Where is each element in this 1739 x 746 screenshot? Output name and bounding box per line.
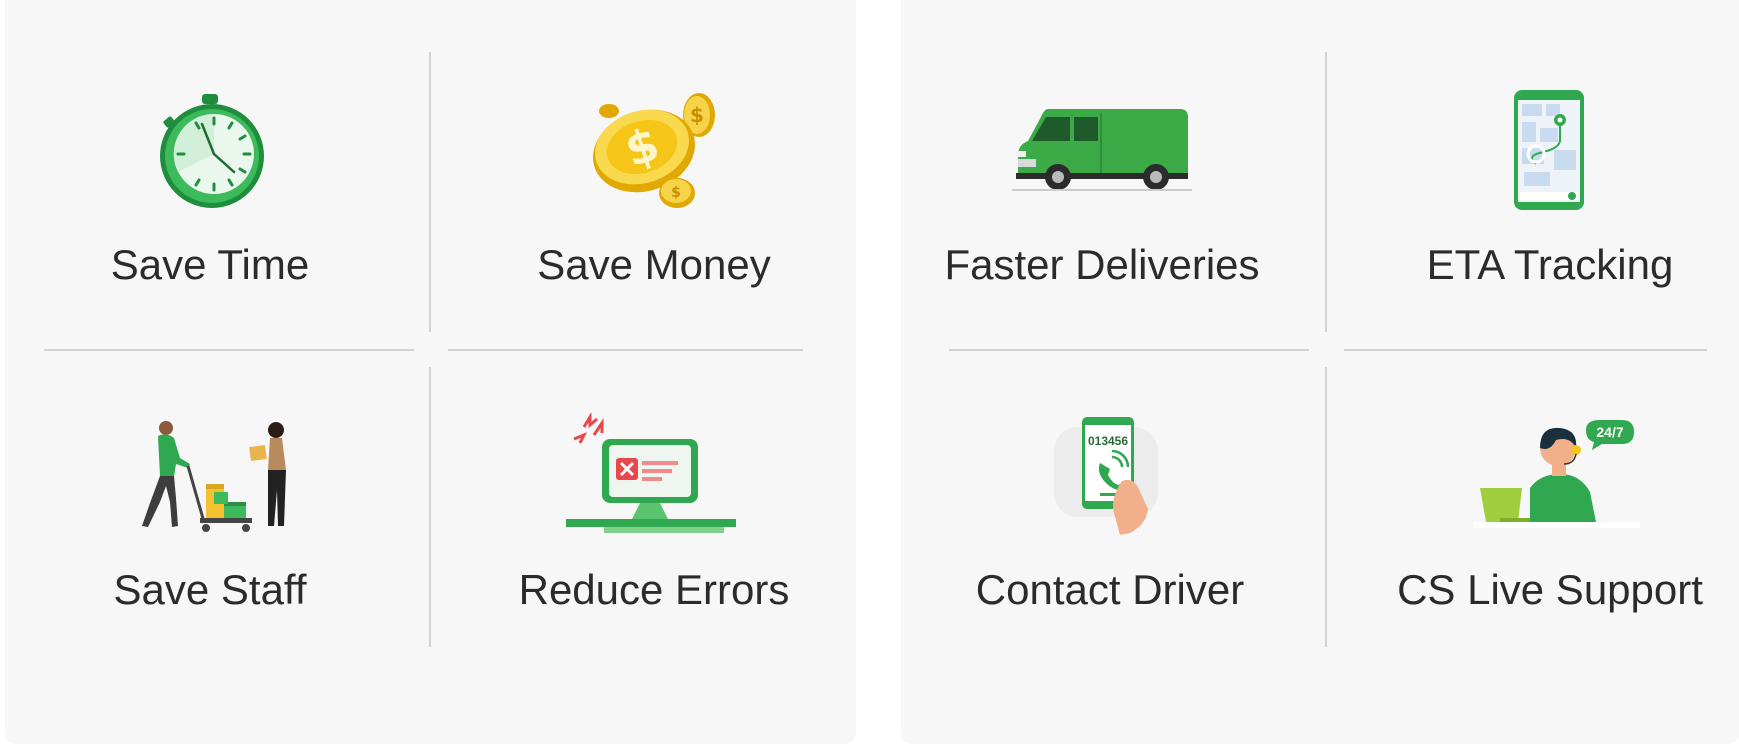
feature-save-staff: Save Staff	[0, 0, 420, 613]
feature-reduce-errors: Reduce Errors	[444, 0, 864, 613]
feature-label: Save Staff	[113, 566, 307, 613]
feature-label: Reduce Errors	[518, 566, 790, 613]
feature-contact-driver: 013456 Contact Driver	[900, 0, 1320, 613]
divider-vertical	[429, 367, 431, 647]
feature-label: Contact Driver	[975, 566, 1245, 613]
error-monitor-icon	[559, 405, 749, 545]
divider-vertical	[429, 52, 431, 332]
divider-horizontal	[1344, 349, 1707, 351]
divider-horizontal	[44, 349, 414, 351]
delivery-staff-icon	[115, 405, 305, 545]
divider-vertical	[1325, 52, 1327, 332]
feature-label: CS Live Support	[1397, 566, 1703, 613]
support-hours-badge: 24/7	[1596, 424, 1623, 440]
phone-number-text: 013456	[1088, 434, 1128, 448]
phone-call-icon: 013456	[1015, 405, 1205, 545]
divider-horizontal	[448, 349, 803, 351]
feature-cs-live-support: 24/7 CS Live Support	[1340, 0, 1739, 613]
divider-vertical	[1325, 367, 1327, 647]
divider-horizontal	[949, 349, 1309, 351]
support-agent-icon: 24/7	[1455, 405, 1645, 545]
